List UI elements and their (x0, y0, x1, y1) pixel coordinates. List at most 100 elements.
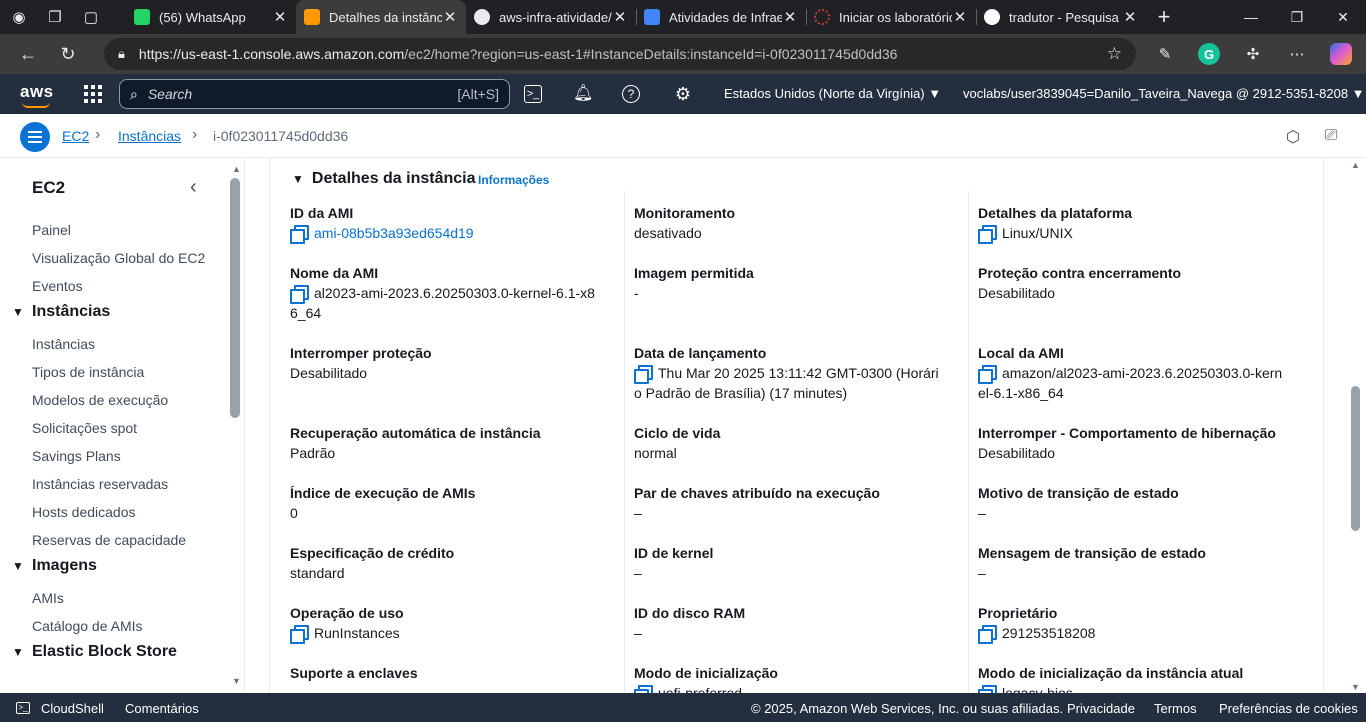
close-tab-icon[interactable]: ✕ (952, 8, 968, 26)
copy-icon[interactable] (978, 365, 997, 384)
copy-icon[interactable] (634, 685, 653, 693)
services-grid-icon[interactable] (84, 85, 102, 103)
copilot-icon[interactable] (1330, 43, 1352, 65)
sidebar-item[interactable]: Instâncias (32, 336, 95, 352)
grammarly-icon[interactable]: G (1198, 43, 1220, 65)
account-menu[interactable]: voclabs/user3839045=Danilo_Taveira_Naveg… (963, 86, 1365, 101)
cloudshell-icon[interactable]: >_ (524, 85, 542, 103)
breadcrumb-ec2[interactable]: EC2 (62, 128, 89, 144)
close-tab-icon[interactable]: ✕ (272, 8, 288, 26)
search-input[interactable]: ⌕ Search [Alt+S] (119, 79, 510, 109)
sidebar-item[interactable]: Solicitações spot (32, 420, 137, 436)
help-panel-icon[interactable]: ⎚ (1321, 127, 1341, 147)
cloudshell-footer-icon[interactable]: >_ (16, 702, 30, 714)
field-value-text: RunInstances (314, 625, 400, 641)
sidebar-section[interactable]: ▼ Elastic Block Store (12, 643, 177, 661)
browser-tab[interactable]: (56) WhatsApp ✕ (126, 0, 296, 34)
sidebar-scrollbar[interactable] (230, 178, 240, 418)
cloudshell-link[interactable]: CloudShell (41, 701, 104, 716)
notifications-status-icon[interactable]: ⬡ (1283, 127, 1303, 147)
field-label: Modo de inicialização (634, 665, 778, 681)
copy-icon[interactable] (978, 625, 997, 644)
sidebar-item[interactable]: Visualização Global do EC2 (32, 250, 205, 266)
cookie-preferences-link[interactable]: Preferências de cookies (1219, 701, 1358, 716)
back-icon[interactable]: ← (8, 44, 48, 65)
browser-tab[interactable]: Detalhes da instância ✕ (296, 0, 466, 34)
extensions-puzzle-icon[interactable]: ✣ (1242, 43, 1264, 65)
browser-tab[interactable]: aws-infra-atividade/✕ (466, 0, 636, 34)
sidebar-section[interactable]: ▼ Instâncias (12, 303, 110, 321)
close-tab-icon[interactable]: ✕ (442, 8, 458, 26)
tab-actions-icon[interactable]: ▢ (80, 6, 102, 28)
info-link[interactable]: Informações (478, 173, 549, 187)
breadcrumb-instances[interactable]: Instâncias (118, 128, 181, 144)
restore-icon[interactable]: ❐ (1274, 9, 1320, 26)
field-value-text: Desabilitado (290, 365, 368, 381)
collapse-sidebar-icon[interactable]: ‹ (190, 176, 197, 199)
field-label: Proprietário (978, 605, 1058, 621)
extension-paint-icon[interactable]: ✎ (1154, 43, 1176, 65)
bookmark-star-icon[interactable]: ☆ (1107, 44, 1122, 64)
site-info-icon[interactable]: 🔒︎ (118, 46, 125, 62)
reload-icon[interactable]: ↻ (48, 44, 88, 65)
sidebar-item[interactable]: Hosts dedicados (32, 504, 136, 520)
menu-hamburger-icon[interactable] (20, 122, 50, 152)
sidebar-item[interactable]: Catálogo de AMIs (32, 618, 143, 634)
field-value[interactable]: ami-08b5b3a93ed654d19 (290, 223, 620, 244)
sidebar-item[interactable]: Savings Plans (32, 448, 121, 464)
browser-tab[interactable]: Atividades de Infrae ✕ (636, 0, 806, 34)
scroll-down-icon[interactable]: ▼ (232, 676, 241, 686)
comments-link[interactable]: Comentários (125, 701, 199, 716)
field-value: RunInstances (290, 623, 620, 644)
field-value-text: ami-08b5b3a93ed654d19 (314, 225, 474, 241)
aws-logo[interactable]: aws (20, 82, 54, 108)
sidebar-item[interactable]: Painel (32, 222, 71, 238)
browser-tab[interactable]: tradutor - Pesquisa G ✕ (976, 0, 1146, 34)
sidebar-item[interactable]: Reservas de capacidade (32, 532, 186, 548)
sidebar-item[interactable]: Eventos (32, 278, 83, 294)
field-value: 291253518208 (978, 623, 1308, 644)
copy-icon[interactable] (290, 225, 309, 244)
terms-link[interactable]: Termos (1154, 701, 1197, 716)
browser-menu-icon[interactable]: ⋯ (1286, 43, 1308, 65)
close-tab-icon[interactable]: ✕ (1122, 8, 1138, 26)
page-scroll-up-icon[interactable]: ▲ (1351, 160, 1360, 170)
copy-icon[interactable] (634, 365, 653, 384)
workspaces-icon[interactable]: ❐ (44, 6, 66, 28)
field-value: uefi-preferred (634, 683, 964, 693)
region-selector[interactable]: Estados Unidos (Norte da Virgínia) ▼ (724, 86, 941, 101)
panel-header[interactable]: ▼ Detalhes da instância (292, 170, 476, 188)
close-window-icon[interactable]: ✕ (1320, 9, 1366, 26)
profile-avatar-icon[interactable]: ◉ (8, 6, 30, 28)
browser-tab[interactable]: Iniciar os laboratório ✕ (806, 0, 976, 34)
page-scrollbar[interactable] (1351, 386, 1360, 531)
sidebar-section-label: Imagens (32, 557, 97, 574)
minimize-icon[interactable]: — (1228, 9, 1274, 26)
sidebar-item[interactable]: Tipos de instância (32, 364, 144, 380)
copy-icon[interactable] (290, 625, 309, 644)
page-scroll-down-icon[interactable]: ▼ (1351, 682, 1360, 692)
field-value-text: legacy-bios (1002, 685, 1073, 693)
sidebar-item[interactable]: AMIs (32, 590, 64, 606)
notifications-bell-icon[interactable]: 🔔︎ (573, 84, 593, 104)
field-value-line: al2023-ami-2023.6.20250303.0-kernel-6.1-… (314, 285, 595, 301)
address-bar[interactable]: 🔒︎ https://us-east-1.console.aws.amazon.… (104, 38, 1136, 70)
field-value-text: Desabilitado (978, 445, 1056, 461)
new-tab-icon[interactable]: + (1146, 4, 1182, 30)
close-tab-icon[interactable]: ✕ (612, 8, 628, 26)
field-label: Interromper proteção (290, 345, 432, 361)
sidebar-item[interactable]: Modelos de execução (32, 392, 168, 408)
field-label: Par de chaves atribuído na execução (634, 485, 880, 501)
detail-field: Imagem permitida - (634, 263, 964, 303)
settings-gear-icon[interactable]: ⚙ (673, 84, 693, 104)
scroll-up-icon[interactable]: ▲ (232, 164, 241, 174)
privacy-link[interactable]: Privacidade (1067, 701, 1135, 716)
help-icon[interactable]: ? (622, 85, 640, 103)
copy-icon[interactable] (978, 225, 997, 244)
sidebar-section[interactable]: ▼ Imagens (12, 557, 97, 575)
copy-icon[interactable] (978, 685, 997, 693)
sidebar-item[interactable]: Instâncias reservadas (32, 476, 168, 492)
close-tab-icon[interactable]: ✕ (782, 8, 798, 26)
field-value-text: Linux/UNIX (1002, 225, 1073, 241)
copy-icon[interactable] (290, 285, 309, 304)
